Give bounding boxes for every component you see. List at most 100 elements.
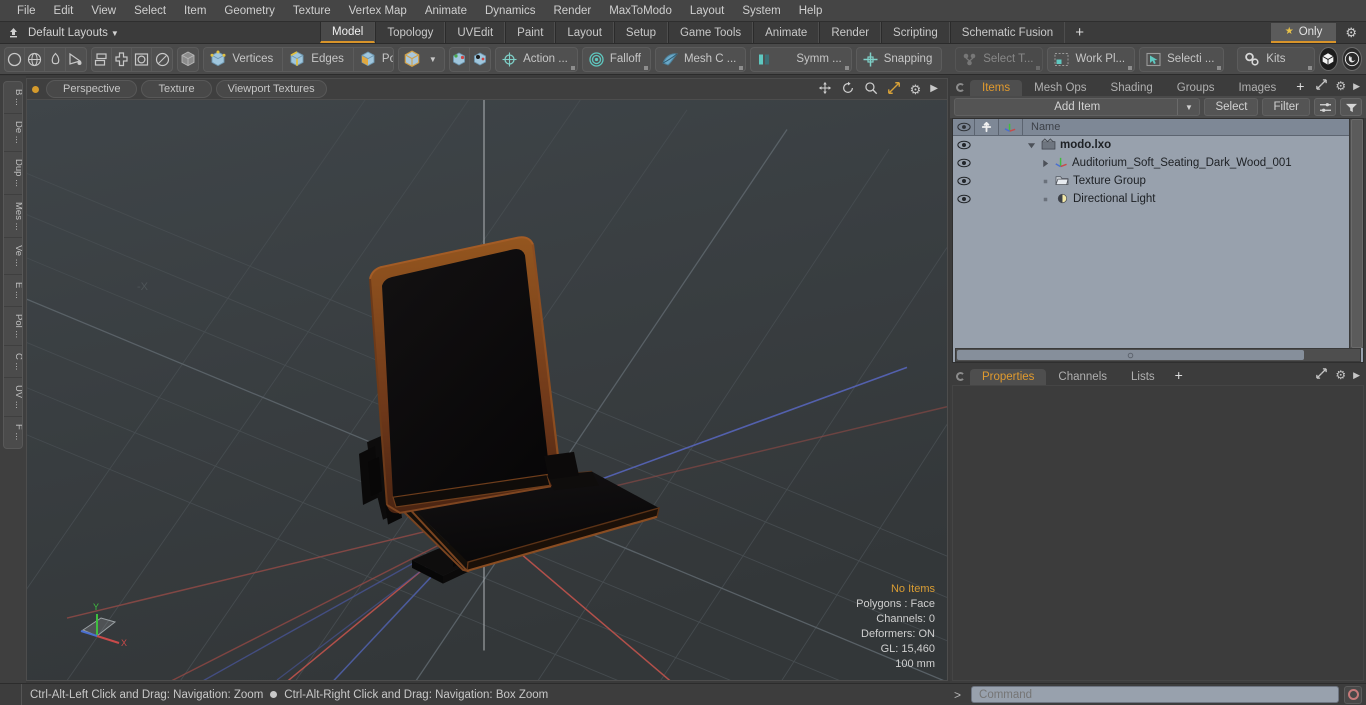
- select-through-button[interactable]: Select T...: [955, 46, 1044, 72]
- globe-icon[interactable]: [25, 47, 46, 71]
- chevron-down-icon[interactable]: ▼: [1177, 99, 1199, 115]
- disclosure-triangle-open-icon[interactable]: [1025, 141, 1037, 150]
- row-visibility-toggle[interactable]: [953, 140, 975, 150]
- layout-tab-animate[interactable]: Animate: [753, 22, 820, 43]
- modo-logo-icon[interactable]: [1318, 47, 1339, 71]
- gear-icon[interactable]: ⚙: [1340, 25, 1362, 41]
- menu-item-system[interactable]: System: [733, 2, 789, 20]
- panel-tab-channels[interactable]: Channels: [1046, 369, 1119, 385]
- table-row[interactable]: Directional Light: [953, 190, 1349, 208]
- fit-icon[interactable]: [887, 81, 901, 97]
- panel-tab-mesh-ops[interactable]: Mesh Ops: [1022, 80, 1098, 96]
- options-corner-icon[interactable]: [739, 65, 744, 70]
- circle-icon[interactable]: [5, 47, 26, 71]
- selection-mode-polygons[interactable]: Polygons: [353, 47, 393, 71]
- menu-item-select[interactable]: Select: [125, 2, 175, 20]
- scrollbar-thumb[interactable]: [1350, 119, 1363, 348]
- options-corner-icon[interactable]: [570, 65, 575, 70]
- options-corner-icon[interactable]: [1307, 65, 1312, 70]
- panel-tab-groups[interactable]: Groups: [1165, 80, 1227, 96]
- menu-item-help[interactable]: Help: [790, 2, 832, 20]
- 3d-viewport[interactable]: -X Y X No Items Polygons : Face Channels…: [26, 99, 948, 681]
- snap-b-icon[interactable]: [470, 48, 490, 71]
- table-row[interactable]: Texture Group: [953, 172, 1349, 190]
- layout-tab-render[interactable]: Render: [819, 22, 882, 43]
- disclosure-triangle-closed-icon[interactable]: [1039, 159, 1051, 168]
- panel-menu-dot-icon[interactable]: [956, 83, 965, 92]
- panel-tab-lists[interactable]: Lists: [1119, 369, 1167, 385]
- row-visibility-toggle[interactable]: [953, 176, 975, 186]
- filter-button[interactable]: Filter: [1262, 98, 1310, 116]
- layout-tab-schematic-fusion[interactable]: Schematic Fusion: [949, 22, 1066, 43]
- layout-tab-scripting[interactable]: Scripting: [881, 22, 950, 43]
- stack-icon[interactable]: [92, 47, 112, 71]
- kits-button[interactable]: Kits: [1237, 46, 1315, 72]
- chevron-right-icon[interactable]: ▶: [1353, 370, 1360, 381]
- panel-menu-dot-icon[interactable]: [956, 372, 965, 381]
- layout-tab-topology[interactable]: Topology: [375, 22, 446, 43]
- row-visibility-toggle[interactable]: [953, 158, 975, 168]
- table-row[interactable]: modo.lxo: [953, 136, 1349, 154]
- selection-mode-edges[interactable]: Edges: [283, 47, 354, 71]
- vtab-edge[interactable]: E ...: [4, 275, 22, 307]
- menu-item-view[interactable]: View: [82, 2, 125, 20]
- add-item-button[interactable]: Add Item ▼: [954, 98, 1201, 116]
- gear-icon[interactable]: ⚙: [1335, 368, 1346, 382]
- chevron-right-icon[interactable]: ▶: [1353, 81, 1360, 92]
- panel-tab-images[interactable]: Images: [1226, 80, 1288, 96]
- items-cube-icon[interactable]: [178, 48, 198, 71]
- vtab-polygon[interactable]: Pol ...: [4, 307, 22, 346]
- rotate-icon[interactable]: [841, 81, 855, 97]
- gear-icon[interactable]: ⚙: [910, 83, 922, 96]
- vtab-duplicate[interactable]: Dup ...: [4, 152, 22, 195]
- mode-cube-dropdown[interactable]: ▼: [397, 46, 445, 72]
- menu-item-geometry[interactable]: Geometry: [215, 2, 284, 20]
- vtab-deform[interactable]: De ...: [4, 114, 22, 152]
- menu-item-vertex-map[interactable]: Vertex Map: [340, 2, 416, 20]
- select-button[interactable]: Select: [1204, 98, 1259, 116]
- scrollbar-thumb[interactable]: [957, 350, 1305, 360]
- panel-tab-properties[interactable]: Properties: [970, 369, 1047, 385]
- action-center-button[interactable]: Action ...: [495, 46, 578, 72]
- layout-tab-game-tools[interactable]: Game Tools: [667, 22, 754, 43]
- item-list[interactable]: Name modo.lxo Auditorium_Soft_Seating_Da…: [952, 118, 1364, 363]
- vtab-vertex[interactable]: Ve ...: [4, 238, 22, 275]
- vtab-basic[interactable]: B ...: [4, 82, 22, 114]
- add-layout-tab-button[interactable]: +: [1065, 22, 1094, 43]
- chevron-right-icon[interactable]: ▶: [930, 84, 938, 94]
- menu-item-animate[interactable]: Animate: [416, 2, 476, 20]
- pen-icon[interactable]: [45, 47, 66, 71]
- panel-tab-shading[interactable]: Shading: [1099, 80, 1165, 96]
- snapping-button[interactable]: Snapping: [855, 46, 943, 72]
- zoom-icon[interactable]: [864, 81, 878, 97]
- options-corner-icon[interactable]: [844, 65, 849, 70]
- radial-icon[interactable]: [152, 48, 172, 71]
- filter-funnel-icon[interactable]: [1340, 98, 1362, 116]
- status-bar-grip[interactable]: [0, 684, 22, 705]
- bevel-icon[interactable]: [132, 47, 153, 71]
- menu-item-edit[interactable]: Edit: [45, 2, 83, 20]
- expand-panel-icon[interactable]: [1315, 367, 1328, 383]
- item-list-horizontal-scrollbar[interactable]: [955, 348, 1361, 362]
- command-stop-button[interactable]: [1344, 685, 1362, 704]
- unreal-logo-icon[interactable]: [1342, 47, 1363, 71]
- layout-tab-model[interactable]: Model: [320, 22, 376, 43]
- expand-panel-icon[interactable]: [1315, 78, 1328, 94]
- layout-tab-setup[interactable]: Setup: [613, 22, 668, 43]
- options-corner-icon[interactable]: [643, 65, 648, 70]
- layout-tab-uvedit[interactable]: UVEdit: [445, 22, 506, 43]
- curve-icon[interactable]: [66, 48, 86, 71]
- layout-tab-paint[interactable]: Paint: [505, 22, 556, 43]
- selection-set-button[interactable]: Selecti ...: [1139, 46, 1225, 72]
- only-toggle-button[interactable]: ★ Only: [1270, 22, 1337, 43]
- menu-item-layout[interactable]: Layout: [681, 2, 734, 20]
- viewport-menu-dot-icon[interactable]: [32, 85, 39, 93]
- options-corner-icon[interactable]: [1036, 65, 1041, 70]
- row-visibility-toggle[interactable]: [953, 194, 975, 204]
- add-properties-tab-button[interactable]: +: [1167, 367, 1191, 385]
- viewport-view-mode-button[interactable]: Perspective: [46, 80, 138, 98]
- viewport-textures-button[interactable]: Viewport Textures: [215, 80, 327, 98]
- vtab-uv[interactable]: UV ...: [4, 378, 22, 418]
- expand-up-icon[interactable]: [5, 25, 21, 41]
- mesh-constraint-button[interactable]: Mesh C ...: [654, 46, 747, 72]
